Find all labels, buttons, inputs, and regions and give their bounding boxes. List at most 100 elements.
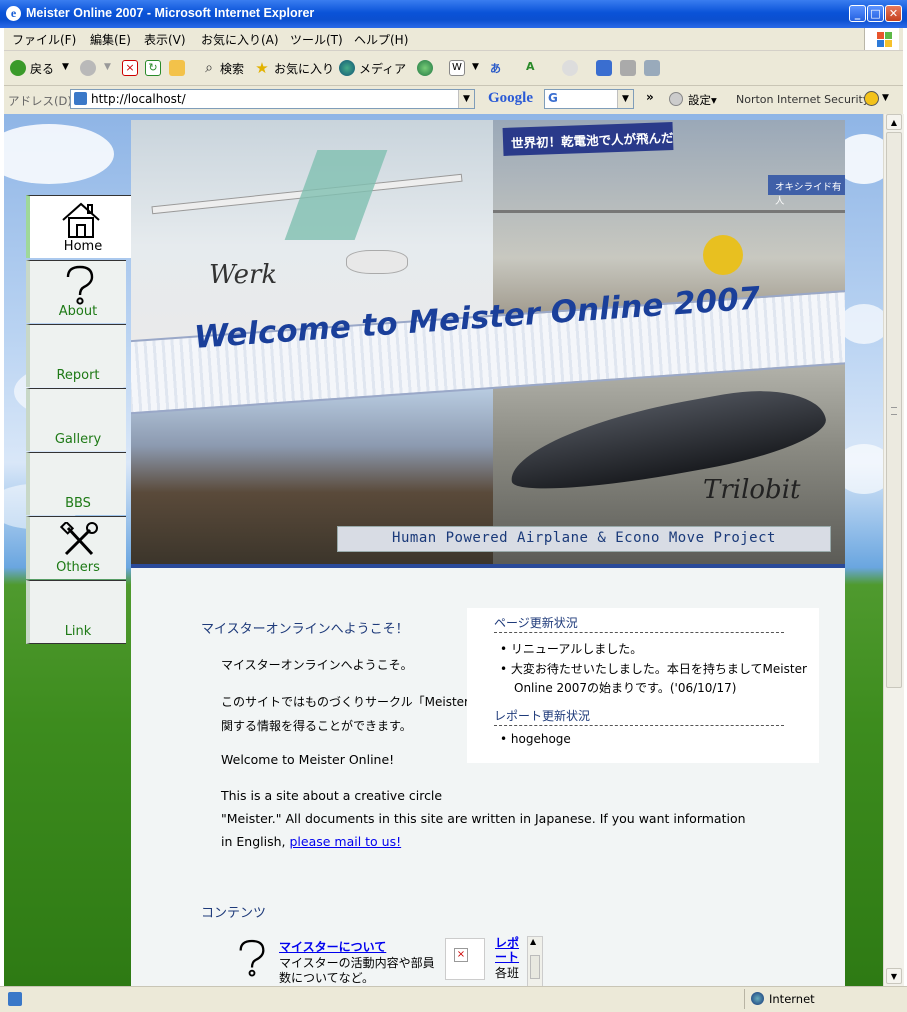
title-bar: e Meister Online 2007 - Microsoft Intern… — [0, 0, 907, 28]
report-content-link-2[interactable]: ート — [495, 948, 519, 965]
report-update-item-1: • hogehoge — [500, 732, 571, 746]
back-dropdown-icon[interactable]: ▼ — [62, 62, 69, 72]
intro-en-1: Welcome to Meister Online! — [221, 752, 395, 767]
report-update-heading: レポート更新状況 — [494, 707, 784, 726]
settings-icon[interactable] — [669, 92, 683, 106]
word-icon[interactable]: W — [449, 60, 465, 76]
banner-subtitle: Human Powered Airplane & Econo Move Proj… — [392, 530, 776, 546]
vertical-scrollbar[interactable]: ▲ ▼ — [883, 114, 904, 986]
page-update-text-2: 大変お待たせいたしました。本日を持ちましてMeister — [510, 662, 807, 676]
favorites-star-icon[interactable]: ★ — [254, 60, 270, 76]
nav-link[interactable]: Link — [26, 580, 126, 644]
werk-label: Werk — [209, 260, 278, 290]
minimize-button[interactable]: _ — [849, 5, 866, 22]
nav-bbs[interactable]: BBS — [26, 452, 126, 515]
nav-gallery[interactable]: Gallery — [26, 388, 126, 451]
banner-subtitle-bar: Human Powered Airplane & Econo Move Proj… — [337, 526, 831, 552]
norton-icon[interactable] — [864, 91, 879, 106]
nav-others[interactable]: Others — [26, 516, 126, 579]
mail-link[interactable]: please mail to us! — [289, 834, 401, 849]
google-search-input[interactable]: G ▼ — [544, 89, 634, 109]
mail-icon[interactable] — [562, 60, 578, 76]
report-content-desc: 各班 — [495, 966, 520, 980]
nav-report-label: Report — [56, 368, 100, 383]
favorites-button[interactable]: お気に入り — [274, 60, 334, 77]
nav-about-label: About — [58, 304, 98, 319]
page-update-text-1: リニューアルしました。 — [510, 642, 643, 656]
nav-gallery-label: Gallery — [54, 432, 102, 447]
internet-globe-icon — [751, 992, 764, 1005]
print-icon[interactable] — [620, 60, 636, 76]
about-question-icon — [239, 939, 265, 977]
nav-link-label: Link — [64, 624, 92, 639]
menu-favorites[interactable]: お気に入り(A) — [201, 31, 279, 48]
intro-jp-2b: 関する情報を得ることができます。 — [221, 719, 412, 733]
menu-edit[interactable]: 編集(E) — [90, 31, 131, 48]
forward-arrow-icon[interactable] — [80, 60, 96, 76]
menu-file[interactable]: ファイル(F) — [12, 31, 76, 48]
google-dropdown-icon[interactable]: ▼ — [617, 90, 633, 108]
more-chevron-icon[interactable]: » — [646, 90, 654, 104]
edit-page-icon[interactable] — [644, 60, 660, 76]
media-icon[interactable] — [339, 60, 355, 76]
media-button[interactable]: メディア — [359, 60, 406, 77]
trilobit-label: Trilobit — [703, 475, 801, 505]
scroll-down-icon[interactable]: ▼ — [886, 968, 902, 984]
about-content-desc-2: 数についてなど。 — [279, 971, 375, 985]
menu-bar: ファイル(F) 編集(E) 表示(V) お気に入り(A) ツール(T) ヘルプ(… — [4, 28, 903, 51]
menu-view[interactable]: 表示(V) — [144, 31, 186, 48]
page-update-item-1: • リニューアルしました。 — [500, 642, 643, 656]
window-icon[interactable] — [596, 60, 612, 76]
intro-en-2a: This is a site about a creative circle — [221, 788, 443, 803]
font-icon[interactable]: A — [526, 60, 542, 76]
menu-help[interactable]: ヘルプ(H) — [354, 31, 408, 48]
maximize-button[interactable]: □ — [867, 5, 884, 22]
report-update-text-1: hogehoge — [510, 732, 571, 746]
address-dropdown-icon[interactable]: ▼ — [458, 90, 474, 108]
norton-dropdown-icon[interactable]: ▼ — [882, 93, 889, 103]
address-input[interactable]: http://localhost/ ▼ — [70, 89, 475, 109]
back-button[interactable]: 戻る — [30, 60, 54, 77]
search-icon[interactable]: ⌕ — [201, 60, 217, 76]
history-icon[interactable] — [417, 60, 433, 76]
refresh-icon[interactable]: ↻ — [145, 60, 161, 76]
translate-icon[interactable]: あ — [490, 60, 506, 76]
settings-button[interactable]: 設定▾ — [688, 92, 717, 108]
page-update-heading: ページ更新状況 — [494, 614, 784, 633]
main-content: マイスターオンラインへようこそ！ マイスターオンラインへようこそ。 このサイトで… — [131, 568, 845, 986]
intro-jp-1: マイスターオンラインへようこそ。 — [221, 658, 413, 672]
search-button[interactable]: 検索 — [220, 60, 244, 77]
norton-label[interactable]: Norton Internet Security — [736, 93, 869, 106]
word-dropdown-icon[interactable]: ▼ — [472, 62, 479, 72]
toolbar: 戻る ▼ ▼ × ↻ ⌕ 検索 ★ お気に入り メディア W ▼ あ A — [4, 51, 903, 86]
inner-scrollbar[interactable]: ▲ — [527, 936, 543, 986]
scroll-thumb[interactable] — [886, 132, 902, 688]
nav-about[interactable]: About — [26, 260, 126, 323]
menu-tools[interactable]: ツール(T) — [290, 31, 343, 48]
home-icon[interactable] — [169, 60, 185, 76]
stop-icon[interactable]: × — [122, 60, 138, 76]
broken-image-icon: × — [445, 938, 485, 980]
page-update-item-2: • 大変お待たせいたしました。本日を持ちましてMeister — [500, 662, 807, 676]
address-url: http://localhost/ — [91, 92, 186, 106]
nav-others-label: Others — [56, 560, 100, 575]
hall-sign2: オキシライド有人 — [775, 182, 842, 207]
nav-report[interactable]: Report — [26, 324, 126, 387]
about-content-link[interactable]: マイスターについて — [279, 938, 386, 955]
window-title: Meister Online 2007 - Microsoft Internet… — [26, 6, 315, 20]
page-icon — [74, 92, 87, 105]
nav-bbs-label: BBS — [65, 496, 91, 511]
nav-home-label: Home — [63, 239, 103, 254]
scroll-up-icon[interactable]: ▲ — [886, 114, 902, 130]
forward-dropdown-icon[interactable]: ▼ — [104, 62, 111, 72]
question-icon — [66, 265, 94, 305]
status-page-icon — [8, 992, 22, 1006]
google-logo: Google — [488, 90, 533, 106]
close-button[interactable]: ✕ — [885, 5, 902, 22]
update-status-box: ページ更新状況 • リニューアルしました。 • 大変お待たせいたしました。本日を… — [467, 608, 819, 763]
banner-image: Werk 世界初！乾電池で人が飛んだ オキシライド有人 Trilobit Wel… — [131, 120, 845, 568]
windows-logo-icon — [864, 28, 899, 50]
back-arrow-icon[interactable] — [10, 60, 26, 76]
nav-home[interactable]: Home — [26, 195, 136, 258]
status-bar: Internet — [0, 986, 907, 1012]
